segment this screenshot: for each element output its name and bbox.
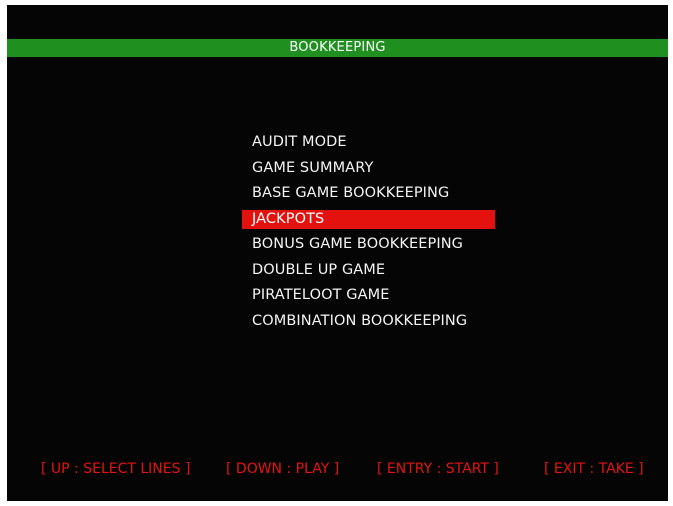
bookkeeping-menu: AUDIT MODE GAME SUMMARY BASE GAME BOOKKE… (242, 130, 542, 334)
menu-item-jackpots[interactable]: JACKPOTS (242, 209, 495, 229)
hint-exit-take: [ EXIT : TAKE ] (544, 461, 644, 477)
hint-down-play: [ DOWN : PLAY ] (226, 461, 340, 477)
hint-up-select-lines: [ UP : SELECT LINES ] (41, 461, 191, 477)
game-screen: BOOKKEEPING AUDIT MODE GAME SUMMARY BASE… (7, 5, 668, 501)
page-title: BOOKKEEPING (7, 39, 668, 57)
menu-item-base-game-bookkeeping[interactable]: BASE GAME BOOKKEEPING (242, 181, 542, 207)
menu-item-pirateloot-game[interactable]: PIRATELOOT GAME (242, 283, 542, 309)
menu-item-audit-mode[interactable]: AUDIT MODE (242, 130, 542, 156)
menu-item-game-summary[interactable]: GAME SUMMARY (242, 156, 542, 182)
menu-item-double-up-game[interactable]: DOUBLE UP GAME (242, 258, 542, 284)
control-hints: [ UP : SELECT LINES ] [ DOWN : PLAY ] [ … (7, 458, 668, 480)
menu-item-combination-bookkeeping[interactable]: COMBINATION BOOKKEEPING (242, 309, 542, 335)
menu-item-bonus-game-bookkeeping[interactable]: BONUS GAME BOOKKEEPING (242, 232, 542, 258)
hint-entry-start: [ ENTRY : START ] (377, 461, 499, 477)
